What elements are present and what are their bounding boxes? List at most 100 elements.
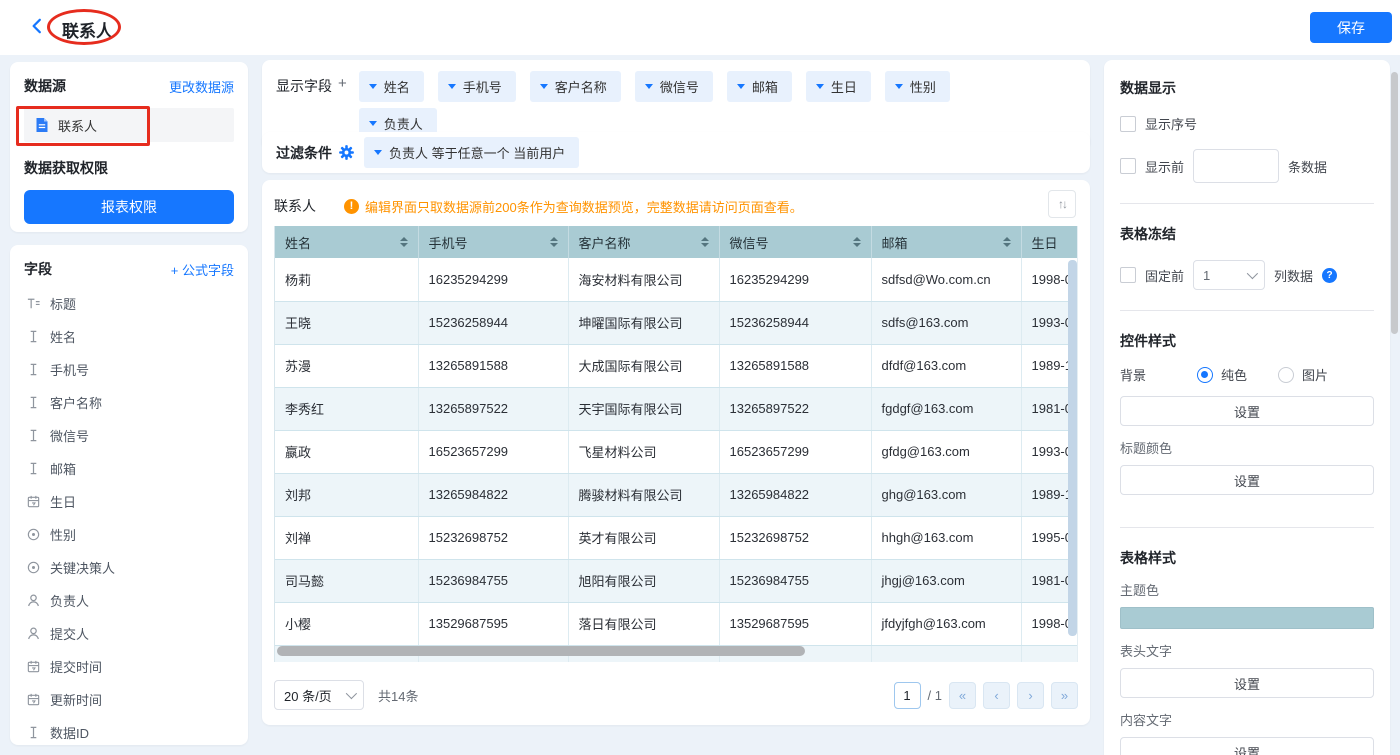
field-item[interactable]: 标题 <box>24 287 234 320</box>
field-item[interactable]: 微信号 <box>24 419 234 452</box>
page-scrollbar[interactable] <box>1391 72 1398 334</box>
table-row[interactable]: 苏漫13265891588大成国际有限公司13265891588dfdf@163… <box>275 344 1077 387</box>
add-display-field-button[interactable]: + <box>332 68 347 92</box>
date-icon <box>26 494 41 509</box>
back-button[interactable] <box>28 17 48 37</box>
last-page-button[interactable]: » <box>1051 682 1078 709</box>
sort-order-icon[interactable]: ↑↓ <box>1048 190 1076 218</box>
sort-icon[interactable] <box>400 237 408 247</box>
table-row[interactable]: 小樱13529687595落日有限公司13529687595jfdyjfgh@1… <box>275 602 1077 645</box>
table-cell: 坤曜国际有限公司 <box>568 301 719 344</box>
display-field-chip[interactable]: 邮箱 <box>727 71 792 102</box>
table-cell <box>1021 645 1077 662</box>
next-page-button[interactable]: › <box>1017 682 1044 709</box>
title-color-set-button[interactable]: 设置 <box>1120 465 1374 495</box>
field-item[interactable]: 更新时间 <box>24 683 234 716</box>
first-page-button[interactable]: « <box>949 682 976 709</box>
field-item[interactable]: 数据ID <box>24 716 234 749</box>
prev-page-button[interactable]: ‹ <box>983 682 1010 709</box>
table-cell: jhgj@163.com <box>871 559 1021 602</box>
table-row[interactable]: 刘邦13265984822腾骏材料有限公司13265984822ghg@163.… <box>275 473 1077 516</box>
field-item[interactable]: 邮箱 <box>24 452 234 485</box>
table-cell: 15236258944 <box>418 301 568 344</box>
column-header[interactable]: 客户名称 <box>568 226 719 258</box>
page-count: / 1 <box>928 688 942 703</box>
column-header[interactable]: 生日 <box>1021 226 1077 258</box>
table-cell: sdfs@163.com <box>871 301 1021 344</box>
column-header[interactable]: 邮箱 <box>871 226 1021 258</box>
header-text-set-button[interactable]: 设置 <box>1120 668 1374 698</box>
field-item[interactable]: 提交人 <box>24 617 234 650</box>
horizontal-scrollbar[interactable] <box>277 646 805 656</box>
field-label: 关键决策人 <box>50 558 115 577</box>
table-row[interactable]: 刘禅15232698752英才有限公司15232698752hhgh@163.c… <box>275 516 1077 559</box>
sort-icon[interactable] <box>550 237 558 247</box>
table-row[interactable]: 嬴政16523657299飞星材料公司16523657299gfdg@163.c… <box>275 430 1077 473</box>
display-field-chip[interactable]: 姓名 <box>359 71 424 102</box>
freeze-suffix: 列数据 <box>1274 266 1313 285</box>
freeze-count-select[interactable]: 1 <box>1193 260 1265 290</box>
table-cell: ghg@163.com <box>871 473 1021 516</box>
change-datasource-link[interactable]: 更改数据源 <box>169 77 234 96</box>
body-text-set-button[interactable]: 设置 <box>1120 737 1374 755</box>
column-header[interactable]: 姓名 <box>275 226 418 258</box>
field-label: 邮箱 <box>50 459 76 478</box>
display-field-chip[interactable]: 生日 <box>806 71 871 102</box>
filter-condition-chip[interactable]: 负责人 等于任意一个 当前用户 <box>364 137 579 168</box>
table-cell: 王晓 <box>275 301 418 344</box>
chip-label: 客户名称 <box>555 77 607 96</box>
image-radio[interactable] <box>1278 367 1294 383</box>
field-label: 负责人 <box>50 591 89 610</box>
field-item[interactable]: 关键决策人 <box>24 551 234 584</box>
table-row[interactable]: 李秀红13265897522天宇国际有限公司13265897522fgdgf@1… <box>275 387 1077 430</box>
chip-label: 微信号 <box>660 77 699 96</box>
theme-color-swatch[interactable] <box>1120 607 1374 629</box>
settings-panel: 数据显示 显示序号 显示前 条数据 表格冻结 固定前 1 列数据 ? 控件样式 … <box>1104 60 1390 755</box>
display-field-chip[interactable]: 性别 <box>885 71 950 102</box>
report-permission-button[interactable]: 报表权限 <box>24 190 234 224</box>
sort-icon[interactable] <box>1003 237 1011 247</box>
field-item[interactable]: 生日 <box>24 485 234 518</box>
display-field-chips: 姓名手机号 客户名称 微信号 邮箱生日性别负责人 <box>359 68 1059 142</box>
column-header-label: 客户名称 <box>579 233 631 252</box>
display-field-chip[interactable]: 手机号 <box>438 71 516 102</box>
sort-icon[interactable] <box>701 237 709 247</box>
show-index-checkbox[interactable] <box>1120 116 1136 132</box>
datasource-item[interactable]: 联系人 <box>24 108 234 142</box>
show-first-count-input[interactable] <box>1193 149 1279 183</box>
table-cell: gfdg@163.com <box>871 430 1021 473</box>
solid-color-label: 纯色 <box>1221 365 1247 384</box>
column-header[interactable]: 手机号 <box>418 226 568 258</box>
title-color-label: 标题颜色 <box>1120 438 1374 457</box>
help-icon[interactable]: ? <box>1322 268 1337 283</box>
save-button[interactable]: 保存 <box>1310 12 1392 43</box>
table-row[interactable]: 司马懿15236984755旭阳有限公司15236984755jhgj@163.… <box>275 559 1077 602</box>
freeze-checkbox[interactable] <box>1120 267 1136 283</box>
table-row[interactable]: 王晓15236258944坤曜国际有限公司15236258944sdfs@163… <box>275 301 1077 344</box>
table-cell: 苏漫 <box>275 344 418 387</box>
table-cell: 15236258944 <box>719 301 871 344</box>
sort-icon[interactable] <box>853 237 861 247</box>
current-page-input[interactable]: 1 <box>894 682 921 709</box>
display-field-chip[interactable]: 微信号 <box>635 71 713 102</box>
field-item[interactable]: 性别 <box>24 518 234 551</box>
field-item[interactable]: 姓名 <box>24 320 234 353</box>
gear-icon[interactable] <box>339 145 354 160</box>
background-set-button[interactable]: 设置 <box>1120 396 1374 426</box>
field-item[interactable]: 手机号 <box>24 353 234 386</box>
column-header[interactable]: 微信号 <box>719 226 871 258</box>
show-first-checkbox[interactable] <box>1120 158 1136 174</box>
page-size-select[interactable]: 20 条/页 <box>274 680 364 710</box>
vertical-scrollbar[interactable] <box>1068 260 1077 636</box>
person-icon <box>26 626 41 641</box>
field-item[interactable]: 提交时间 <box>24 650 234 683</box>
table-cell: 13265897522 <box>418 387 568 430</box>
field-item[interactable]: 负责人 <box>24 584 234 617</box>
solid-color-radio[interactable] <box>1197 367 1213 383</box>
add-formula-field-link[interactable]: + 公式字段 <box>171 260 234 279</box>
display-field-chip[interactable]: 客户名称 <box>530 71 621 102</box>
chip-label: 负责人 <box>384 114 423 133</box>
field-item[interactable]: 客户名称 <box>24 386 234 419</box>
table-row[interactable]: 杨莉16235294299海安材料有限公司16235294299sdfsd@Wo… <box>275 258 1077 301</box>
divider <box>1120 527 1374 528</box>
